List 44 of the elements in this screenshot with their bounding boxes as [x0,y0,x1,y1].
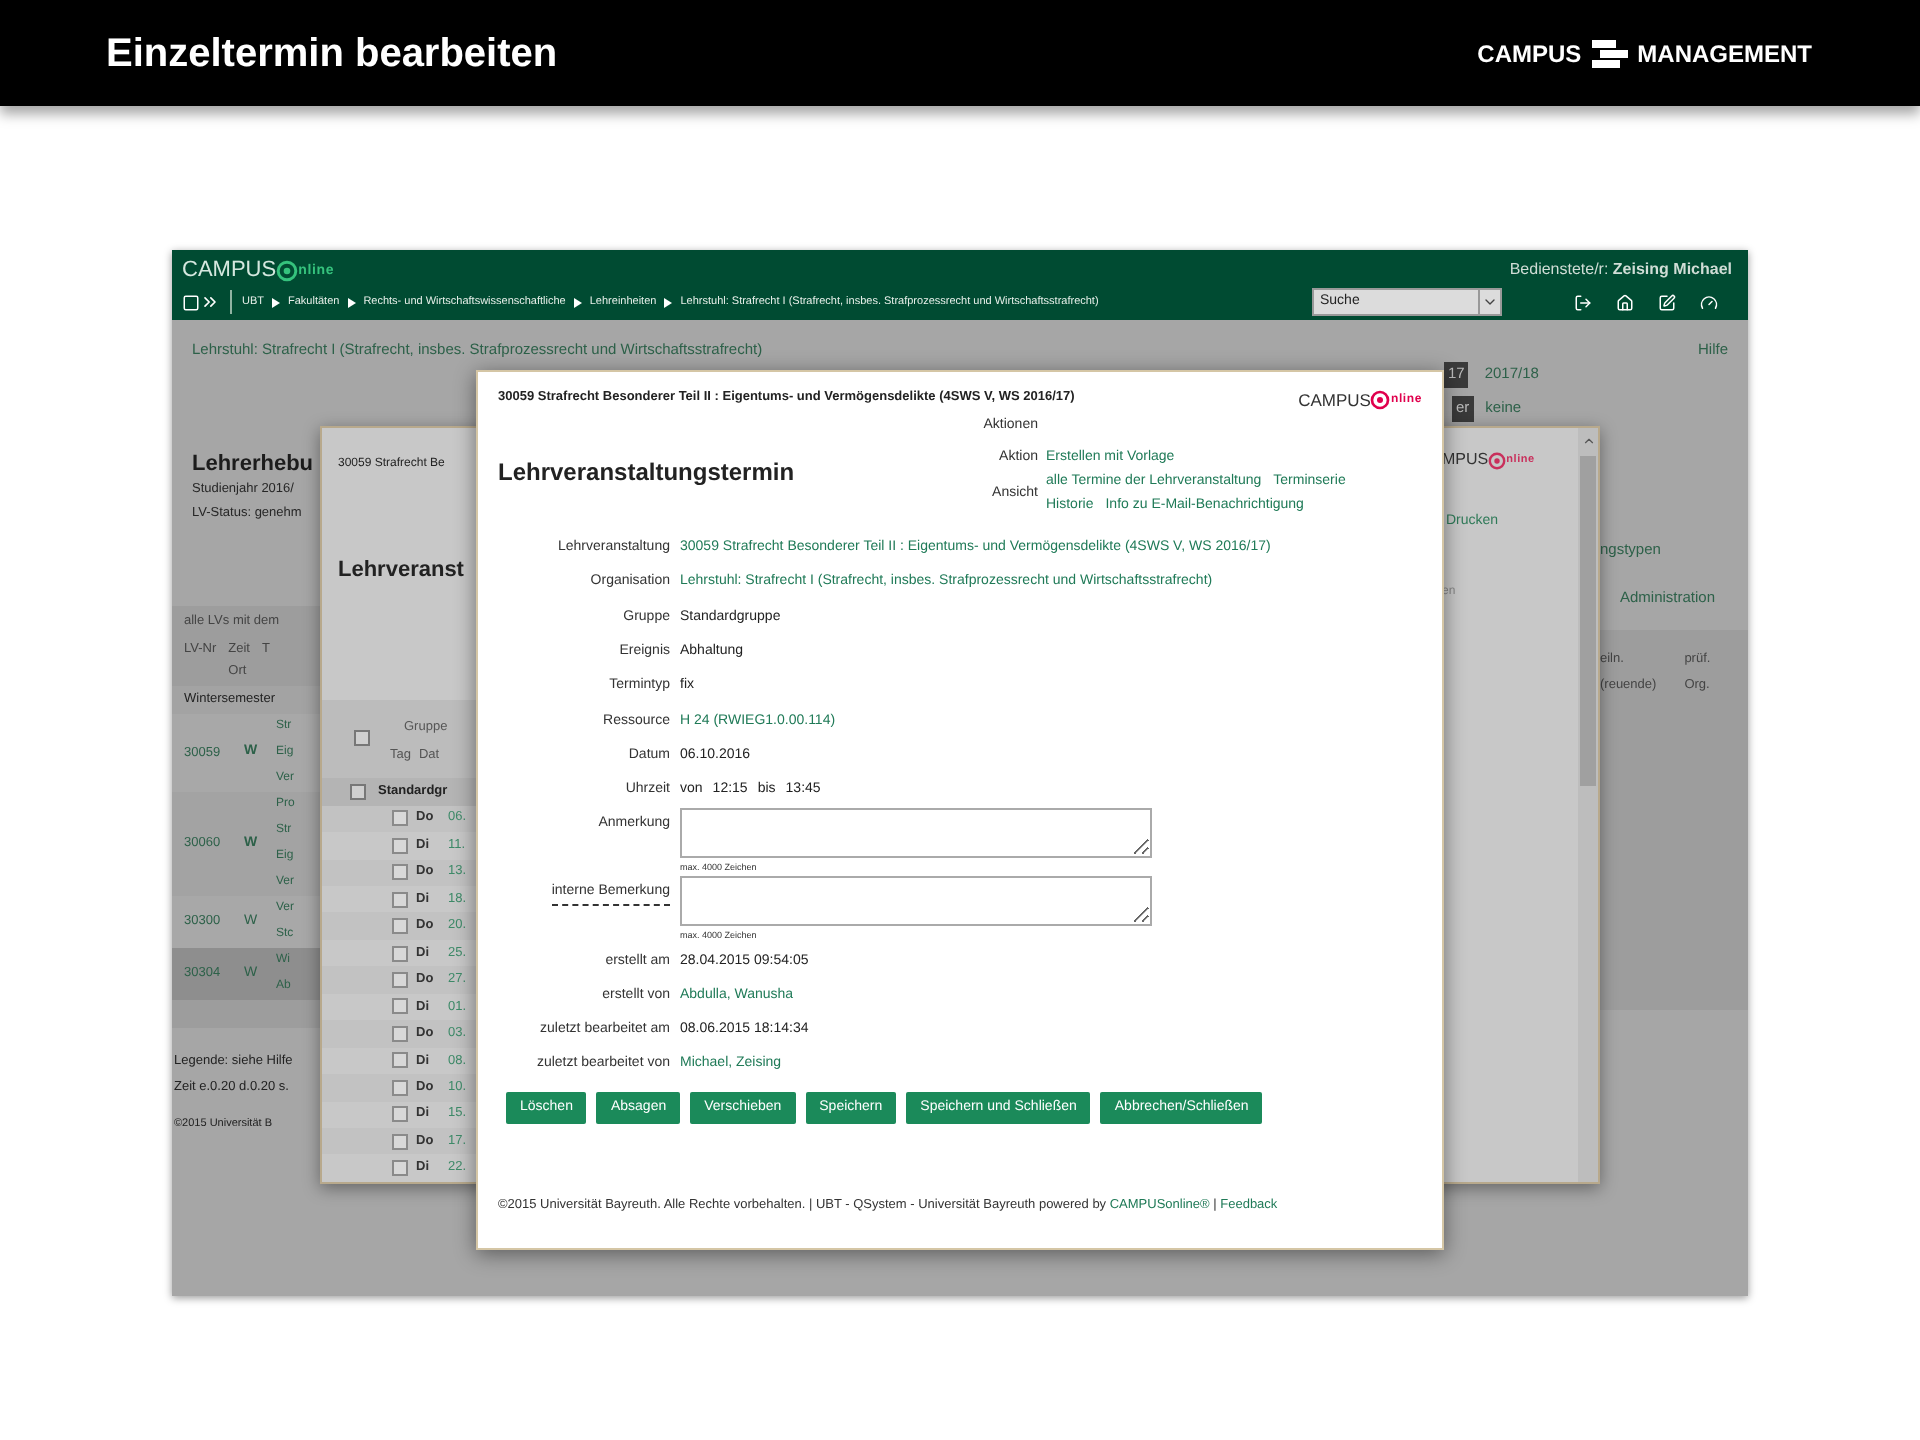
caret-icon [347,297,356,307]
checkbox[interactable] [354,730,370,747]
chevrons-right-icon[interactable] [200,292,220,312]
dropdown-icon [1482,294,1498,310]
page-title: Lehrerhebu [192,450,316,478]
user-name: Bedienstete/r: Zeising Michael [1509,258,1734,282]
edit-icon[interactable] [1658,293,1676,311]
checkbox[interactable] [392,972,408,989]
checkbox[interactable] [392,1025,408,1042]
logo-text: CAMPUS [182,259,277,281]
logout-icon[interactable] [1574,293,1592,311]
checkbox[interactable] [392,1052,408,1069]
logo-icon [1370,390,1391,411]
logo-icon [1488,451,1507,469]
logo-text: CAMPUS [1298,388,1371,414]
checkbox[interactable] [350,783,366,800]
checkbox[interactable] [392,837,408,854]
checkbox[interactable] [392,918,408,935]
dashboard-icon[interactable] [1700,293,1718,311]
checkbox[interactable] [392,891,408,908]
checkbox[interactable] [392,998,408,1015]
caret-icon [664,297,673,307]
logo-icon [276,259,299,281]
comment-field[interactable] [680,808,1152,859]
checkbox[interactable] [392,1160,408,1177]
slide-title: Einzeltermin bearbeiten [106,29,558,79]
home-icon[interactable] [1616,293,1634,311]
caret-icon [573,297,582,307]
checkbox[interactable] [392,810,408,827]
comment-field[interactable] [680,876,1152,927]
checkbox[interactable] [392,1106,408,1123]
square-icon[interactable] [182,293,200,311]
logo-text: MANAGEMENT [1637,37,1812,71]
logo-icon [1587,37,1632,69]
dialog-title: Lehrveranst [336,556,466,586]
checkbox[interactable] [392,945,408,962]
scroll-up-icon[interactable] [1581,434,1595,448]
scrollbar[interactable] [1578,428,1598,1182]
checkbox[interactable] [392,864,408,881]
caret-icon [272,297,280,307]
checkbox[interactable] [392,1133,408,1150]
dialog-title: Lehrveranstaltungstermin [498,455,795,490]
logo-text: CAMPUS [1477,37,1582,71]
checkbox[interactable] [392,1079,408,1096]
